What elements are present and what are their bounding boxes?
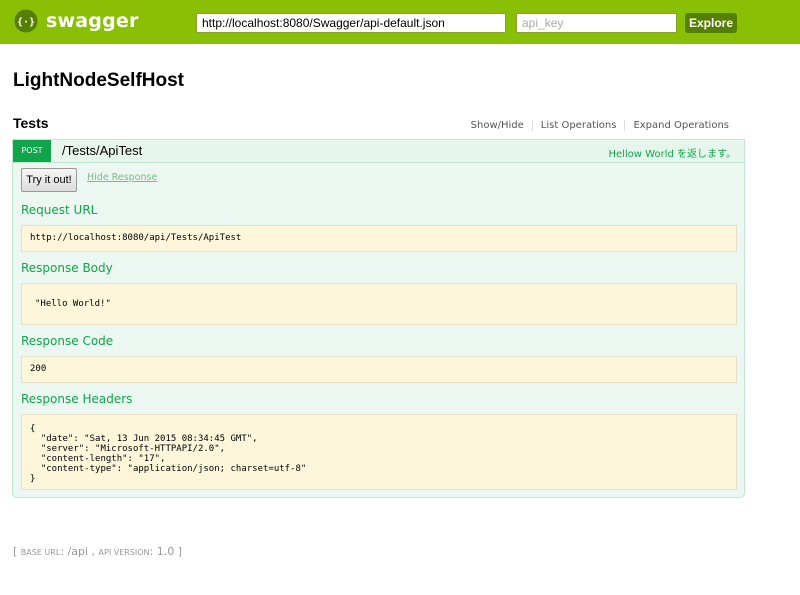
api-info-footer: [ base url: /api , api version: 1.0 ] — [13, 545, 183, 558]
logo-text: swagger — [46, 10, 139, 32]
operation-header[interactable]: POST /Tests/ApiTest Hellow World を返します。 — [13, 140, 744, 163]
base-url-label: base url — [20, 548, 61, 557]
api-url-input[interactable] — [196, 13, 506, 33]
response-code-heading: Response Code — [21, 334, 114, 348]
try-it-out-button[interactable]: Try it out! — [21, 168, 77, 192]
svg-text:{·}: {·} — [17, 17, 35, 28]
list-operations-link[interactable]: List Operations — [531, 120, 625, 131]
api-key-input[interactable] — [516, 13, 677, 33]
operation-path[interactable]: /Tests/ApiTest — [62, 143, 142, 158]
request-url-box: http://localhost:8080/api/Tests/ApiTest — [21, 225, 737, 252]
page-title: LightNodeSelfHost — [13, 70, 184, 91]
resource-name[interactable]: Tests — [13, 115, 49, 131]
footer-open-bracket: [ — [13, 545, 21, 558]
top-bar: {·} swagger Explore — [0, 0, 800, 44]
base-url-value: /api — [67, 545, 89, 558]
response-body-heading: Response Body — [21, 261, 113, 275]
expand-operations-link[interactable]: Expand Operations — [624, 120, 737, 131]
api-version-value: 1.0 — [156, 545, 175, 558]
show-hide-link[interactable]: Show/Hide — [463, 120, 532, 131]
explore-button[interactable]: Explore — [685, 13, 737, 33]
response-body-box: "Hello World!" — [21, 283, 737, 325]
request-url-heading: Request URL — [21, 203, 98, 217]
http-method-badge[interactable]: POST — [13, 140, 51, 162]
response-headers-box: { "date": "Sat, 13 Jun 2015 08:34:45 GMT… — [21, 414, 737, 490]
swagger-logo-icon: {·} — [14, 9, 38, 33]
swagger-logo[interactable]: {·} swagger — [14, 9, 139, 33]
footer-close-bracket: ] — [174, 545, 183, 558]
operation-summary[interactable]: Hellow World を返します。 — [608, 145, 736, 160]
resource-actions: Show/Hide List Operations Expand Operati… — [463, 120, 737, 131]
api-version-label: api version — [98, 548, 150, 557]
operation-panel: POST /Tests/ApiTest Hellow World を返します。 … — [12, 139, 745, 498]
response-headers-heading: Response Headers — [21, 392, 133, 406]
hide-response-link[interactable]: Hide Response — [87, 172, 157, 183]
response-code-box: 200 — [21, 356, 737, 383]
